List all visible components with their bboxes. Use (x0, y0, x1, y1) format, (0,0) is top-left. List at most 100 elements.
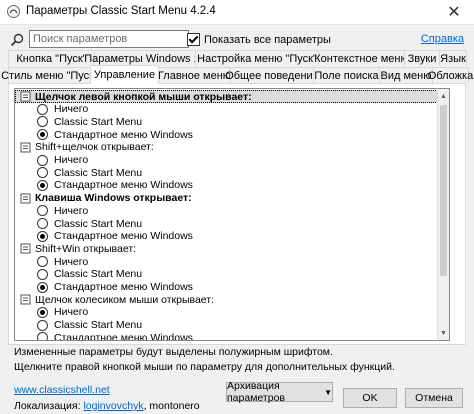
radio-button[interactable] (37, 205, 48, 217)
setting-header[interactable]: Щелчок колесиком мыши открывает: (15, 293, 442, 306)
radio-label: Стандартное меню Windows (54, 281, 193, 293)
show-all-checkbox[interactable]: Показать все параметры (187, 33, 331, 46)
tab-row-1: Кнопка "Пуск" Параметры Windows 10 Настрой… (8, 50, 467, 67)
radio-option[interactable]: Ничего (15, 204, 449, 217)
scroll-down-icon[interactable]: ▼ (438, 326, 449, 340)
backup-settings-button[interactable]: Архивация параметров ▼ (226, 380, 333, 404)
info-text-1: Измененные параметры будут выделены полу… (14, 346, 333, 358)
radio-option[interactable]: Ничего (15, 103, 449, 116)
radio-option[interactable]: Стандартное меню Windows (15, 281, 449, 294)
localization-author2: montonero (149, 400, 200, 412)
localization-label: Локализация: (14, 400, 81, 412)
tab-row1-3[interactable]: Контекстное меню (314, 50, 409, 66)
radio-option[interactable]: Classic Start Menu (15, 268, 449, 281)
search-icon (10, 33, 24, 47)
localization-credits: Локализация: loginvovchyk, montonero (14, 400, 200, 412)
shell-icon (7, 5, 20, 18)
radio-option[interactable]: Ничего (15, 255, 449, 268)
radio-button[interactable] (37, 116, 48, 128)
radio-button[interactable] (37, 230, 48, 242)
setting-header-label: Клавиша Windows открывает: (35, 192, 192, 205)
radio-button[interactable] (37, 179, 48, 191)
cancel-button[interactable]: Отмена (405, 388, 463, 408)
radio-label: Ничего (54, 204, 89, 217)
show-all-check-box[interactable] (187, 33, 200, 46)
setting-header-label: Shift+щелчок открывает: (35, 141, 154, 154)
backup-label: Архивация параметров (227, 380, 285, 404)
setting-header[interactable]: Shift+Win открывает: (15, 242, 442, 255)
tab-row2-3[interactable]: Общее поведение (225, 67, 319, 83)
scroll-up-icon[interactable]: ▲ (438, 89, 449, 103)
radio-button[interactable] (37, 218, 48, 229)
radio-option[interactable]: Classic Start Menu (15, 166, 449, 179)
radio-button[interactable] (37, 103, 48, 115)
tab-row1-2[interactable]: Настройка меню "Пуск" (195, 50, 319, 66)
radio-option[interactable]: Стандартное меню Windows (15, 128, 449, 141)
setting-group-icon (20, 91, 31, 102)
radio-label: Ничего (54, 306, 89, 319)
radio-option[interactable]: Стандартное меню Windows (15, 331, 449, 341)
radio-label: Стандартное меню Windows (54, 230, 193, 243)
radio-label: Ничего (54, 255, 89, 268)
tab-row2-0[interactable]: Стиль меню "Пуск" (1, 67, 98, 83)
radio-button[interactable] (37, 167, 48, 179)
settings-list[interactable]: Щелчок левой кнопкой мыши открывает: Ниче… (14, 88, 450, 341)
tab-row2-2[interactable]: Главное меню (158, 67, 231, 83)
tab-row2-4[interactable]: Поле поиска (313, 67, 380, 83)
radio-button[interactable] (37, 332, 48, 340)
setting-header[interactable]: Щелчок левой кнопкой мыши открывает: (15, 90, 442, 103)
help-link[interactable]: Справка (421, 33, 464, 45)
info-text-2: Щелкните правой кнопкой мыши по параметр… (14, 361, 395, 373)
localization-separator: , (143, 400, 147, 412)
tab-row1-4[interactable]: Звуки (404, 50, 440, 66)
radio-button[interactable] (37, 268, 48, 280)
radio-button[interactable] (37, 319, 48, 331)
radio-option[interactable]: Стандартное меню Windows (15, 230, 449, 243)
setting-group-icon (20, 142, 31, 153)
setting-header[interactable]: Клавиша Windows открывает: (15, 192, 442, 205)
tab-row1-5[interactable]: Язык (439, 50, 467, 66)
chevron-down-icon: ▼ (324, 387, 332, 397)
setting-group-icon (20, 243, 31, 254)
radio-option[interactable]: Ничего (15, 306, 449, 319)
setting-group-icon (20, 193, 31, 204)
radio-label: Classic Start Menu (54, 268, 143, 281)
tab-row2-1[interactable]: Управление (90, 65, 159, 84)
radio-option[interactable]: Ничего (15, 154, 449, 167)
radio-label: Стандартное меню Windows (54, 179, 193, 192)
setting-group-icon (20, 294, 31, 305)
radio-label: Classic Start Menu (54, 217, 143, 230)
radio-button[interactable] (37, 129, 48, 141)
close-button[interactable]: ✕ (434, 0, 474, 24)
tab-row2-5[interactable]: Вид меню (379, 67, 433, 83)
radio-label: Classic Start Menu (54, 319, 143, 332)
radio-option[interactable]: Стандартное меню Windows (15, 179, 449, 192)
tab-row-2: Стиль меню "Пуск" Управление Главное меню О… (1, 65, 473, 84)
title-bar: Параметры Classic Start Menu 4.2.4 ✕ (0, 0, 474, 25)
tab-row2-6[interactable]: Обложка (428, 67, 473, 83)
radio-button[interactable] (37, 306, 48, 318)
radio-button[interactable] (37, 256, 48, 268)
ok-button[interactable]: OK (343, 388, 397, 408)
radio-button[interactable] (37, 281, 48, 293)
radio-label: Classic Start Menu (54, 166, 143, 179)
website-link[interactable]: www.classicshell.net (14, 384, 110, 396)
search-row: Показать все параметры Справка (0, 30, 474, 50)
radio-label: Classic Start Menu (54, 115, 143, 128)
radio-option[interactable]: Classic Start Menu (15, 319, 449, 332)
show-all-label: Показать все параметры (204, 33, 331, 46)
setting-header-label: Щелчок колесиком мыши открывает: (35, 293, 215, 306)
localization-author-link[interactable]: loginvovchyk (83, 400, 143, 412)
scroll-thumb[interactable] (440, 105, 447, 276)
footer: www.classicshell.net Локализация: loginv… (0, 380, 474, 414)
radio-option[interactable]: Classic Start Menu (15, 217, 449, 230)
tab-row1-1[interactable]: Параметры Windows 10 (84, 50, 206, 66)
radio-option[interactable]: Classic Start Menu (15, 115, 449, 128)
scrollbar[interactable]: ▲ ▼ (437, 88, 450, 341)
search-input[interactable] (29, 30, 189, 48)
radio-button[interactable] (37, 154, 48, 166)
radio-label: Ничего (54, 154, 89, 166)
radio-label: Стандартное меню Windows (54, 331, 193, 341)
tab-row1-0[interactable]: Кнопка "Пуск" (8, 50, 95, 66)
setting-header[interactable]: Shift+щелчок открывает: (15, 141, 442, 154)
